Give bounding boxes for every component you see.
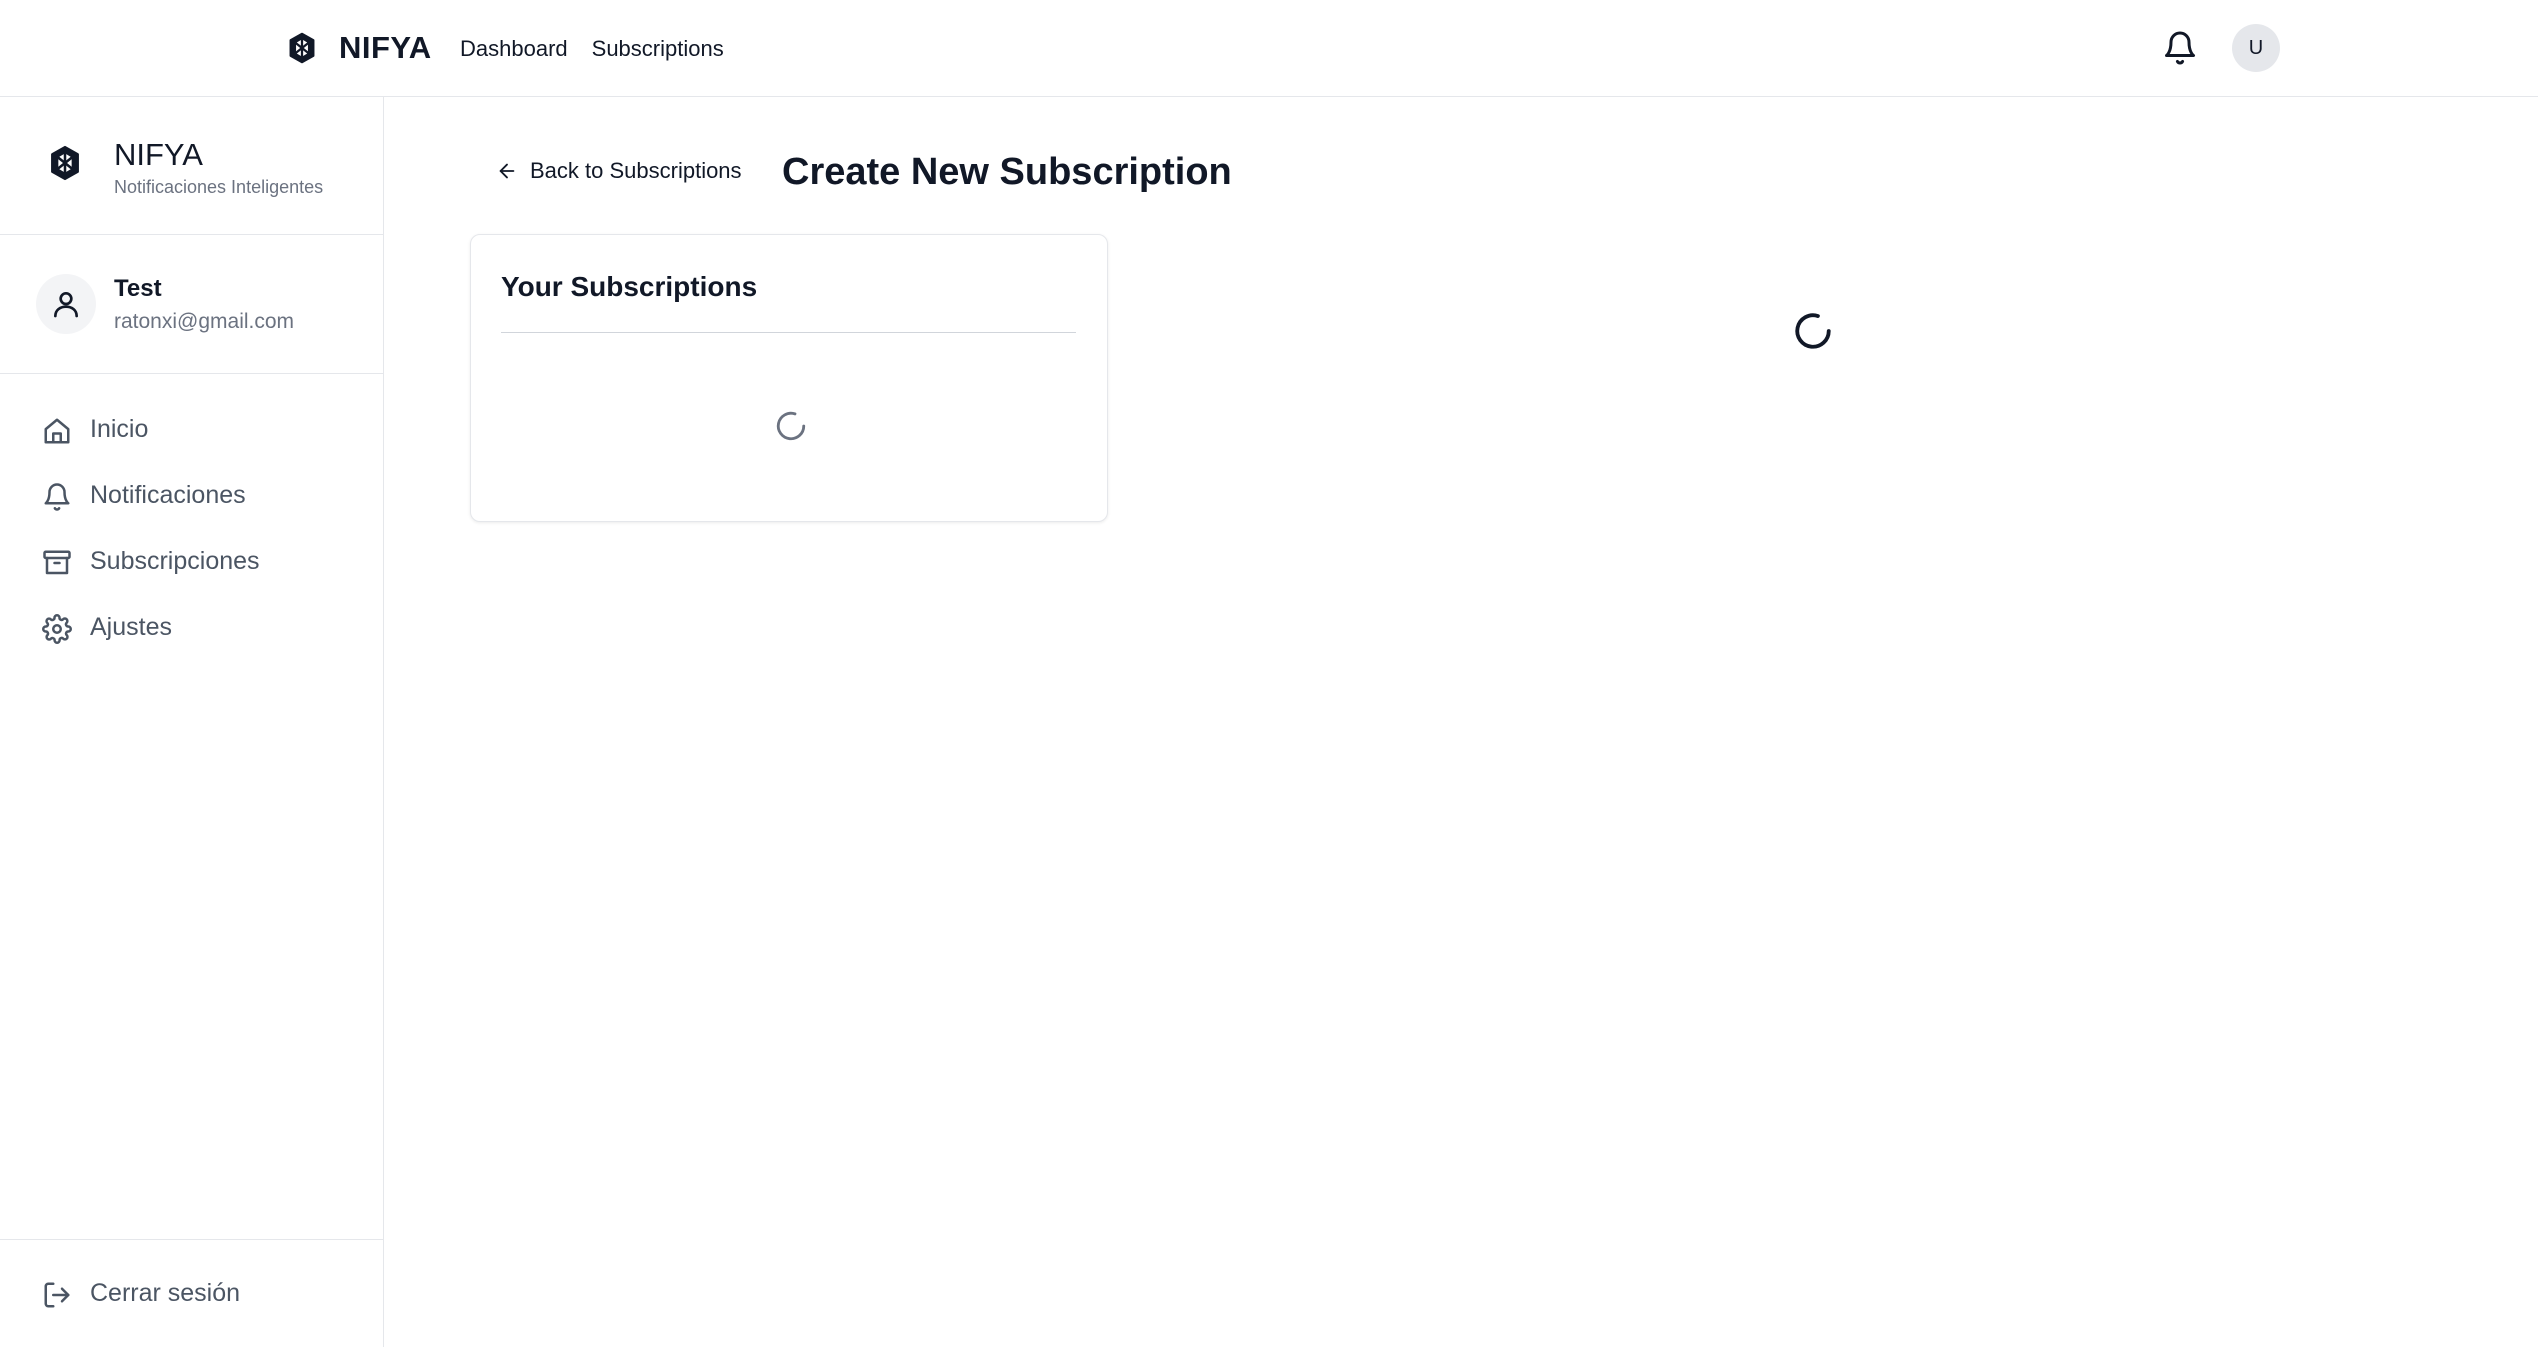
sidebar-item-label: Notificaciones [90,481,246,509]
sidebar-brand-subtitle: Notificaciones Inteligentes [114,177,324,197]
sidebar-item-subscripciones[interactable]: Subscripciones [0,529,383,595]
bell-icon [44,483,70,511]
back-label: Back to Subscriptions [530,158,742,183]
sidebar-item-inicio[interactable]: Inicio [0,397,383,463]
loading-spinner-icon [776,411,806,441]
nifya-logo-icon[interactable] [285,30,319,66]
sidebar-item-label: Subscripciones [90,547,260,575]
nav-subscriptions-link[interactable]: Subscriptions [592,36,724,62]
logout-label: Cerrar sesión [90,1279,241,1307]
nav-dashboard-link[interactable]: Dashboard [460,36,568,62]
user-icon [54,292,78,318]
sidebar: NIFYA Notificaciones Inteligentes Test r… [0,97,384,1347]
top-brand-name[interactable]: NIFYA [339,30,432,66]
sidebar-user-profile: Test ratonxi@gmail.com [0,235,383,374]
archive-icon [43,550,71,575]
loading-spinner-icon [1795,313,1831,349]
sidebar-item-label: Ajustes [90,613,172,641]
page-title: Create New Subscription [782,151,1232,193]
sidebar-brand-title: NIFYA [114,137,203,172]
user-name: Test [114,275,162,302]
gear-icon [42,614,72,644]
card-title: Your Subscriptions [501,271,758,302]
logout-icon [44,1282,70,1308]
sidebar-nav: Inicio Notificaciones Subscripciones Aju… [0,397,383,661]
home-icon [44,418,70,444]
back-to-subscriptions-button[interactable]: Back to Subscriptions [496,158,742,184]
sidebar-item-notificaciones[interactable]: Notificaciones [0,463,383,529]
user-email: ratonxi@gmail.com [114,310,295,333]
sidebar-item-label: Inicio [90,415,149,443]
top-bar: NIFYA Dashboard Subscriptions U [0,0,2538,97]
logout-button[interactable]: Cerrar sesión [0,1239,383,1347]
avatar [36,274,96,334]
arrow-left-icon [499,163,515,179]
card-divider [501,332,1076,333]
user-avatar-button[interactable]: U [2232,24,2280,72]
your-subscriptions-card: Your Subscriptions [470,234,1108,522]
notifications-bell-icon[interactable] [2162,30,2198,66]
sidebar-brand: NIFYA Notificaciones Inteligentes [0,97,383,235]
top-nav: Dashboard Subscriptions [460,36,724,62]
sidebar-item-ajustes[interactable]: Ajustes [0,595,383,661]
nifya-logo-icon [51,145,79,181]
